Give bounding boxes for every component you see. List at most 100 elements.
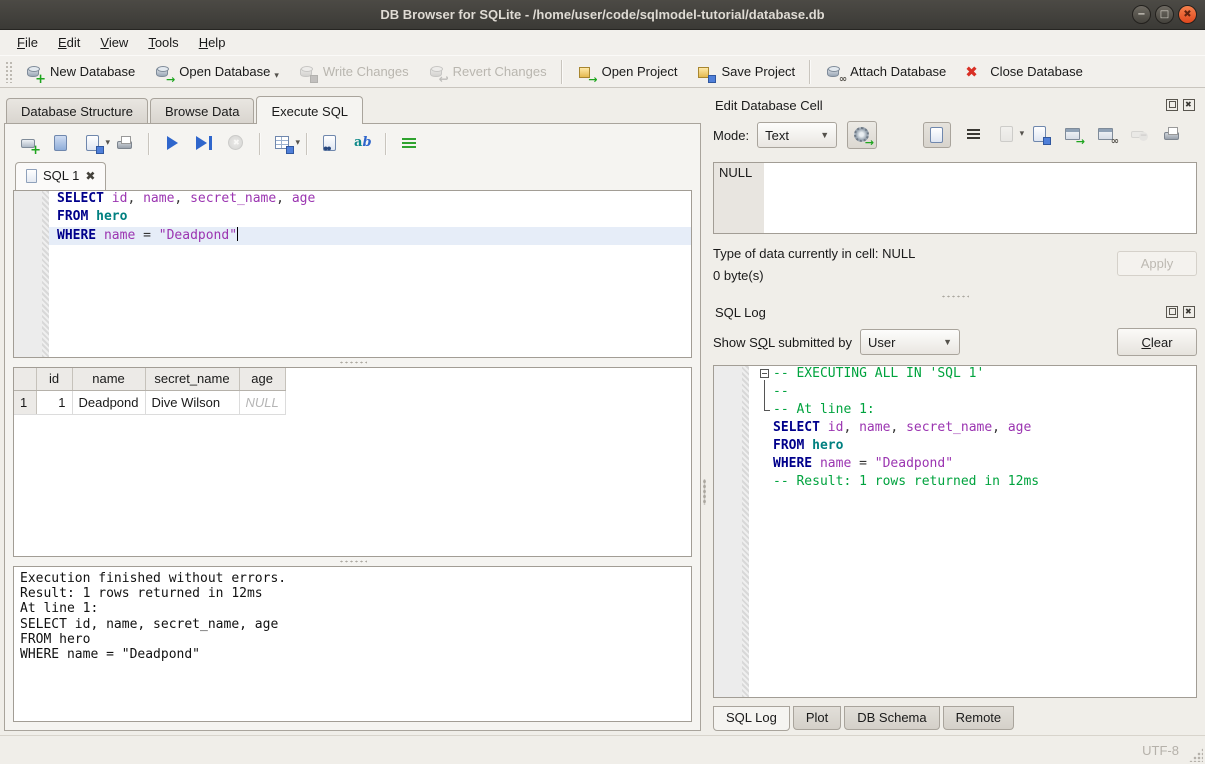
toolbar-button-label: Write Changes xyxy=(323,64,409,79)
edit-cell-dock-header: Edit Database Cell xyxy=(713,94,1197,116)
stop-execution-icon xyxy=(226,133,246,153)
code-text: FROM hero xyxy=(49,209,691,227)
left-pane: Database StructureBrowse DataExecute SQL… xyxy=(0,89,701,735)
word-wrap-icon[interactable] xyxy=(399,133,419,153)
save-sql-file-icon[interactable] xyxy=(83,133,103,153)
database-close-icon: ✖ xyxy=(964,62,984,82)
column-header-id[interactable]: id xyxy=(36,368,72,390)
results-message-splitter[interactable] xyxy=(13,557,692,566)
save-project-button[interactable]: Save Project xyxy=(686,58,804,86)
fold-marker-icon[interactable] xyxy=(757,366,773,384)
open-project-button[interactable]: → Open Project xyxy=(567,58,687,86)
fold-marker-icon xyxy=(757,384,773,402)
execute-current-line-icon[interactable] xyxy=(194,133,214,153)
open-sql-file-icon[interactable] xyxy=(51,133,71,153)
app-window: { "window": { "title": "DB Browser for S… xyxy=(0,0,1205,764)
dock-tab-plot[interactable]: Plot xyxy=(793,706,841,730)
auto-switch-mode-button[interactable]: → xyxy=(847,121,877,149)
menu-tools[interactable]: Tools xyxy=(139,32,187,53)
find-icon[interactable]: ●● xyxy=(320,133,340,153)
execute-all-icon[interactable] xyxy=(162,133,182,153)
float-dock-icon[interactable] xyxy=(1166,99,1178,111)
sql-submitter-select[interactable]: User ▼ xyxy=(860,329,960,355)
encoding-indicator[interactable]: UTF-8 xyxy=(1142,743,1179,758)
toolbar-drag-handle[interactable] xyxy=(5,61,12,83)
menu-view[interactable]: View xyxy=(91,32,137,53)
dock-tab-sql-log[interactable]: SQL Log xyxy=(713,706,790,731)
dock-splitter[interactable] xyxy=(713,292,1197,301)
database-attach-icon: ∞ xyxy=(824,62,844,82)
attach-database-button[interactable]: ∞Attach Database xyxy=(815,58,955,86)
auto-format-icon[interactable]: ab xyxy=(352,133,372,153)
close-dock-icon[interactable] xyxy=(1183,99,1195,111)
copy-link-icon[interactable]: ∞ xyxy=(1096,124,1116,144)
dropdown-caret-icon[interactable]: ▾ xyxy=(105,137,110,154)
print-icon[interactable] xyxy=(1162,124,1182,144)
table-cell[interactable]: Dive Wilson xyxy=(145,390,239,414)
fold-margin xyxy=(757,420,773,438)
export-to-file-icon[interactable] xyxy=(1030,124,1050,144)
open-sql-tab-icon[interactable]: + xyxy=(19,133,39,153)
dropdown-caret-icon[interactable]: ▾ xyxy=(295,137,300,154)
close-button[interactable]: ✖ xyxy=(1178,5,1197,24)
open-database-button[interactable]: →Open Database▾ xyxy=(144,58,288,86)
code-text: WHERE name = "Deadpond" xyxy=(749,456,1196,474)
editor-results-splitter[interactable] xyxy=(13,358,692,367)
table-cell[interactable]: 1 xyxy=(36,390,72,414)
toolbar-button-label: Revert Changes xyxy=(453,64,547,79)
panel-splitter[interactable] xyxy=(701,89,708,735)
column-header-name[interactable]: name xyxy=(72,368,145,390)
word-wrap-icon[interactable] xyxy=(964,124,984,144)
toolbar-separator xyxy=(259,133,260,155)
sql-editor[interactable]: 1SELECT id, name, secret_name, age2FROM … xyxy=(13,190,692,358)
sql-tab-label: SQL 1 xyxy=(43,168,79,183)
close-tab-icon[interactable]: ✖ xyxy=(85,169,95,183)
dropdown-caret-icon[interactable]: ▾ xyxy=(274,70,279,81)
code-text: SELECT id, name, secret_name, age xyxy=(749,420,1196,438)
project-open-icon: → xyxy=(576,62,596,82)
database-open-icon: → xyxy=(153,62,173,82)
menu-edit[interactable]: Edit xyxy=(49,32,89,53)
code-text: -- Result: 1 rows returned in 12ms xyxy=(749,474,1196,492)
dock-tab-db-schema[interactable]: DB Schema xyxy=(844,706,939,730)
titlebar: DB Browser for SQLite - /home/user/code/… xyxy=(0,0,1205,30)
minimize-button[interactable]: − xyxy=(1132,5,1151,24)
export-results-icon[interactable] xyxy=(273,133,293,153)
sql-file-tab[interactable]: SQL 1 ✖ xyxy=(15,162,106,190)
text-mode-icon[interactable] xyxy=(927,125,947,145)
toolbar-button-label: Save Project xyxy=(721,64,795,79)
sql-log-view[interactable]: 1-- EXECUTING ALL IN 'SQL 1'2--3-- At li… xyxy=(713,365,1197,698)
sql-log-title: SQL Log xyxy=(715,305,1161,320)
float-dock-icon[interactable] xyxy=(1166,306,1178,318)
tab-browse-data[interactable]: Browse Data xyxy=(150,98,254,123)
toolbar-separator xyxy=(385,133,386,155)
column-header-secret-name[interactable]: secret_name xyxy=(145,368,239,390)
column-header-age[interactable]: age xyxy=(239,368,285,390)
menu-file[interactable]: File xyxy=(8,32,47,53)
tab-database-structure[interactable]: Database Structure xyxy=(6,98,148,123)
main-toolbar: +New Database→Open Database▾ Write Change… xyxy=(0,55,1205,88)
table-cell[interactable]: NULL xyxy=(239,390,285,414)
cell-editor-toolbar: ▾→∞ xyxy=(923,122,1182,148)
menu-help[interactable]: Help xyxy=(190,32,235,53)
cell-editor[interactable]: NULL xyxy=(713,162,1197,234)
toolbar-button-label: Open Project xyxy=(602,64,678,79)
code-text: WHERE name = "Deadpond" xyxy=(49,227,691,245)
clear-log-button[interactable]: Clear xyxy=(1117,328,1197,356)
open-external-icon[interactable]: → xyxy=(1063,124,1083,144)
right-pane: Edit Database Cell Mode: Text ▼ → ▾→∞ NU… xyxy=(708,89,1205,735)
maximize-button[interactable]: □ xyxy=(1155,5,1174,24)
apply-button[interactable]: Apply xyxy=(1117,251,1197,276)
text-mode-button[interactable] xyxy=(923,122,951,148)
close-database-button[interactable]: ✖Close Database xyxy=(955,58,1092,86)
print-icon[interactable] xyxy=(115,133,135,153)
mode-select[interactable]: Text ▼ xyxy=(757,122,837,148)
close-dock-icon[interactable] xyxy=(1183,306,1195,318)
tab-execute-sql[interactable]: Execute SQL xyxy=(256,96,363,124)
row-header[interactable]: 1 xyxy=(14,390,36,414)
sql-document-icon xyxy=(26,169,37,183)
new-database-button[interactable]: +New Database xyxy=(15,58,144,86)
dock-tab-remote[interactable]: Remote xyxy=(943,706,1015,730)
table-cell[interactable]: Deadpond xyxy=(72,390,145,414)
resize-grip-icon[interactable] xyxy=(1189,748,1203,762)
